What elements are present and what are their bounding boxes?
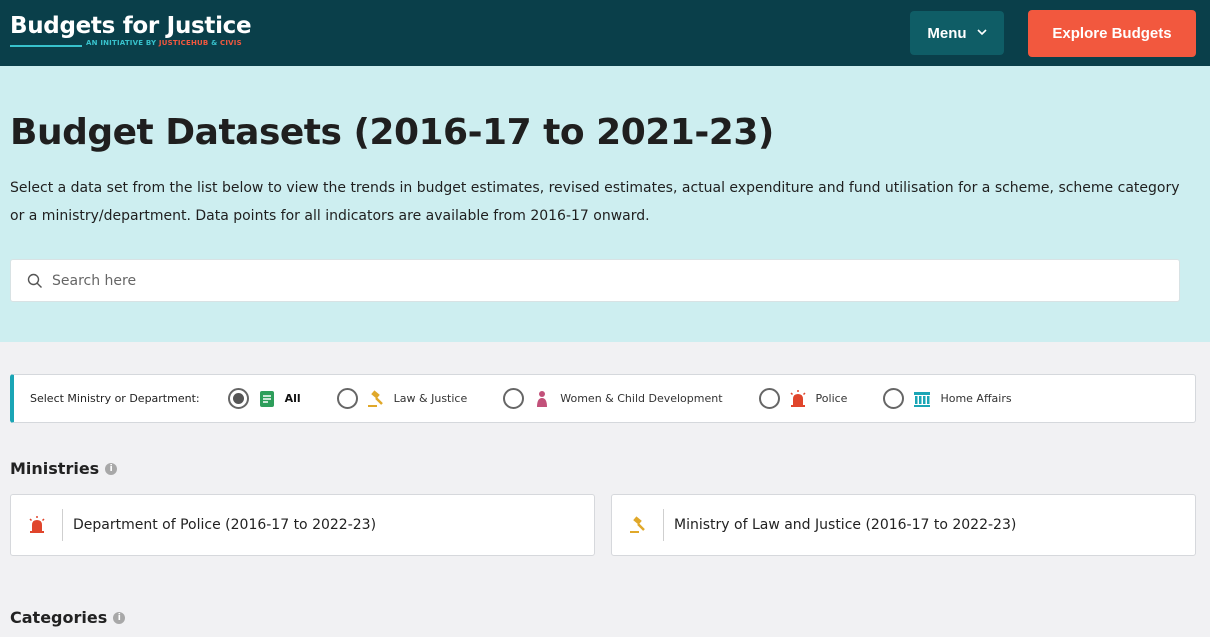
site-logo[interactable]: Budgets for Justice AN INITIATIVE BY JUS… (10, 12, 252, 47)
woman-icon (533, 390, 551, 408)
ministry-card-label: Ministry of Law and Justice (2016-17 to … (674, 517, 1017, 533)
siren-icon (11, 509, 63, 541)
radio-button[interactable] (503, 388, 525, 409)
info-icon[interactable]: i (113, 611, 126, 624)
search-input[interactable] (52, 272, 1152, 289)
gavel-icon (612, 509, 664, 541)
search-icon (27, 273, 42, 288)
section-title: Categories (10, 608, 108, 627)
hero-section: Budget Datasets (2016-17 to 2021-23) Sel… (0, 66, 1210, 342)
menu-button[interactable]: Menu (910, 11, 1004, 55)
filter-option-label: Home Affairs (940, 392, 1012, 405)
filter-option-police[interactable]: Police (758, 388, 848, 409)
ministry-card-police[interactable]: Department of Police (2016-17 to 2022-23… (10, 494, 595, 556)
info-icon[interactable]: i (105, 462, 118, 475)
ministry-card-law-justice[interactable]: Ministry of Law and Justice (2016-17 to … (611, 494, 1196, 556)
chevron-down-icon (977, 28, 987, 39)
filter-option-label: Law & Justice (393, 392, 468, 405)
radio-button[interactable] (883, 388, 905, 409)
filter-option-home-affairs[interactable]: Home Affairs (883, 388, 1012, 409)
building-icon (913, 390, 931, 408)
ministry-card-label: Department of Police (2016-17 to 2022-23… (73, 517, 377, 533)
page-description: Select a data set from the list below to… (10, 180, 1180, 224)
document-icon (258, 390, 276, 408)
logo-title: Budgets for Justice (10, 13, 252, 39)
filter-label: Select Ministry or Department: (30, 392, 200, 405)
radio-button-selected[interactable] (227, 388, 249, 409)
radio-button[interactable] (758, 388, 780, 409)
filter-option-women-child[interactable]: Women & Child Development (503, 388, 723, 409)
filter-option-law-justice[interactable]: Law & Justice (336, 388, 468, 409)
page-title: Budget Datasets (2016-17 to 2021-23) (10, 112, 774, 153)
siren-icon (789, 389, 807, 408)
filter-option-all[interactable]: All (227, 388, 301, 409)
explore-budgets-button[interactable]: Explore Budgets (1028, 10, 1196, 57)
search-bar[interactable] (10, 259, 1180, 302)
ministries-heading: Ministries i (10, 459, 118, 478)
gavel-icon (367, 389, 385, 408)
filter-option-label: Women & Child Development (560, 392, 723, 405)
top-navbar: Budgets for Justice AN INITIATIVE BY JUS… (0, 0, 1210, 66)
logo-subtitle: AN INITIATIVE BY JUSTICEHUB & CIVIS (86, 39, 242, 47)
filter-option-label: All (284, 392, 301, 405)
logo-underline (10, 45, 82, 47)
filter-option-label: Police (815, 392, 848, 405)
radio-button[interactable] (336, 388, 358, 409)
ministry-filter-bar: Select Ministry or Department: All Law &… (10, 374, 1196, 423)
categories-heading: Categories i (10, 608, 126, 627)
menu-button-label: Menu (927, 24, 967, 42)
section-title: Ministries (10, 459, 100, 478)
